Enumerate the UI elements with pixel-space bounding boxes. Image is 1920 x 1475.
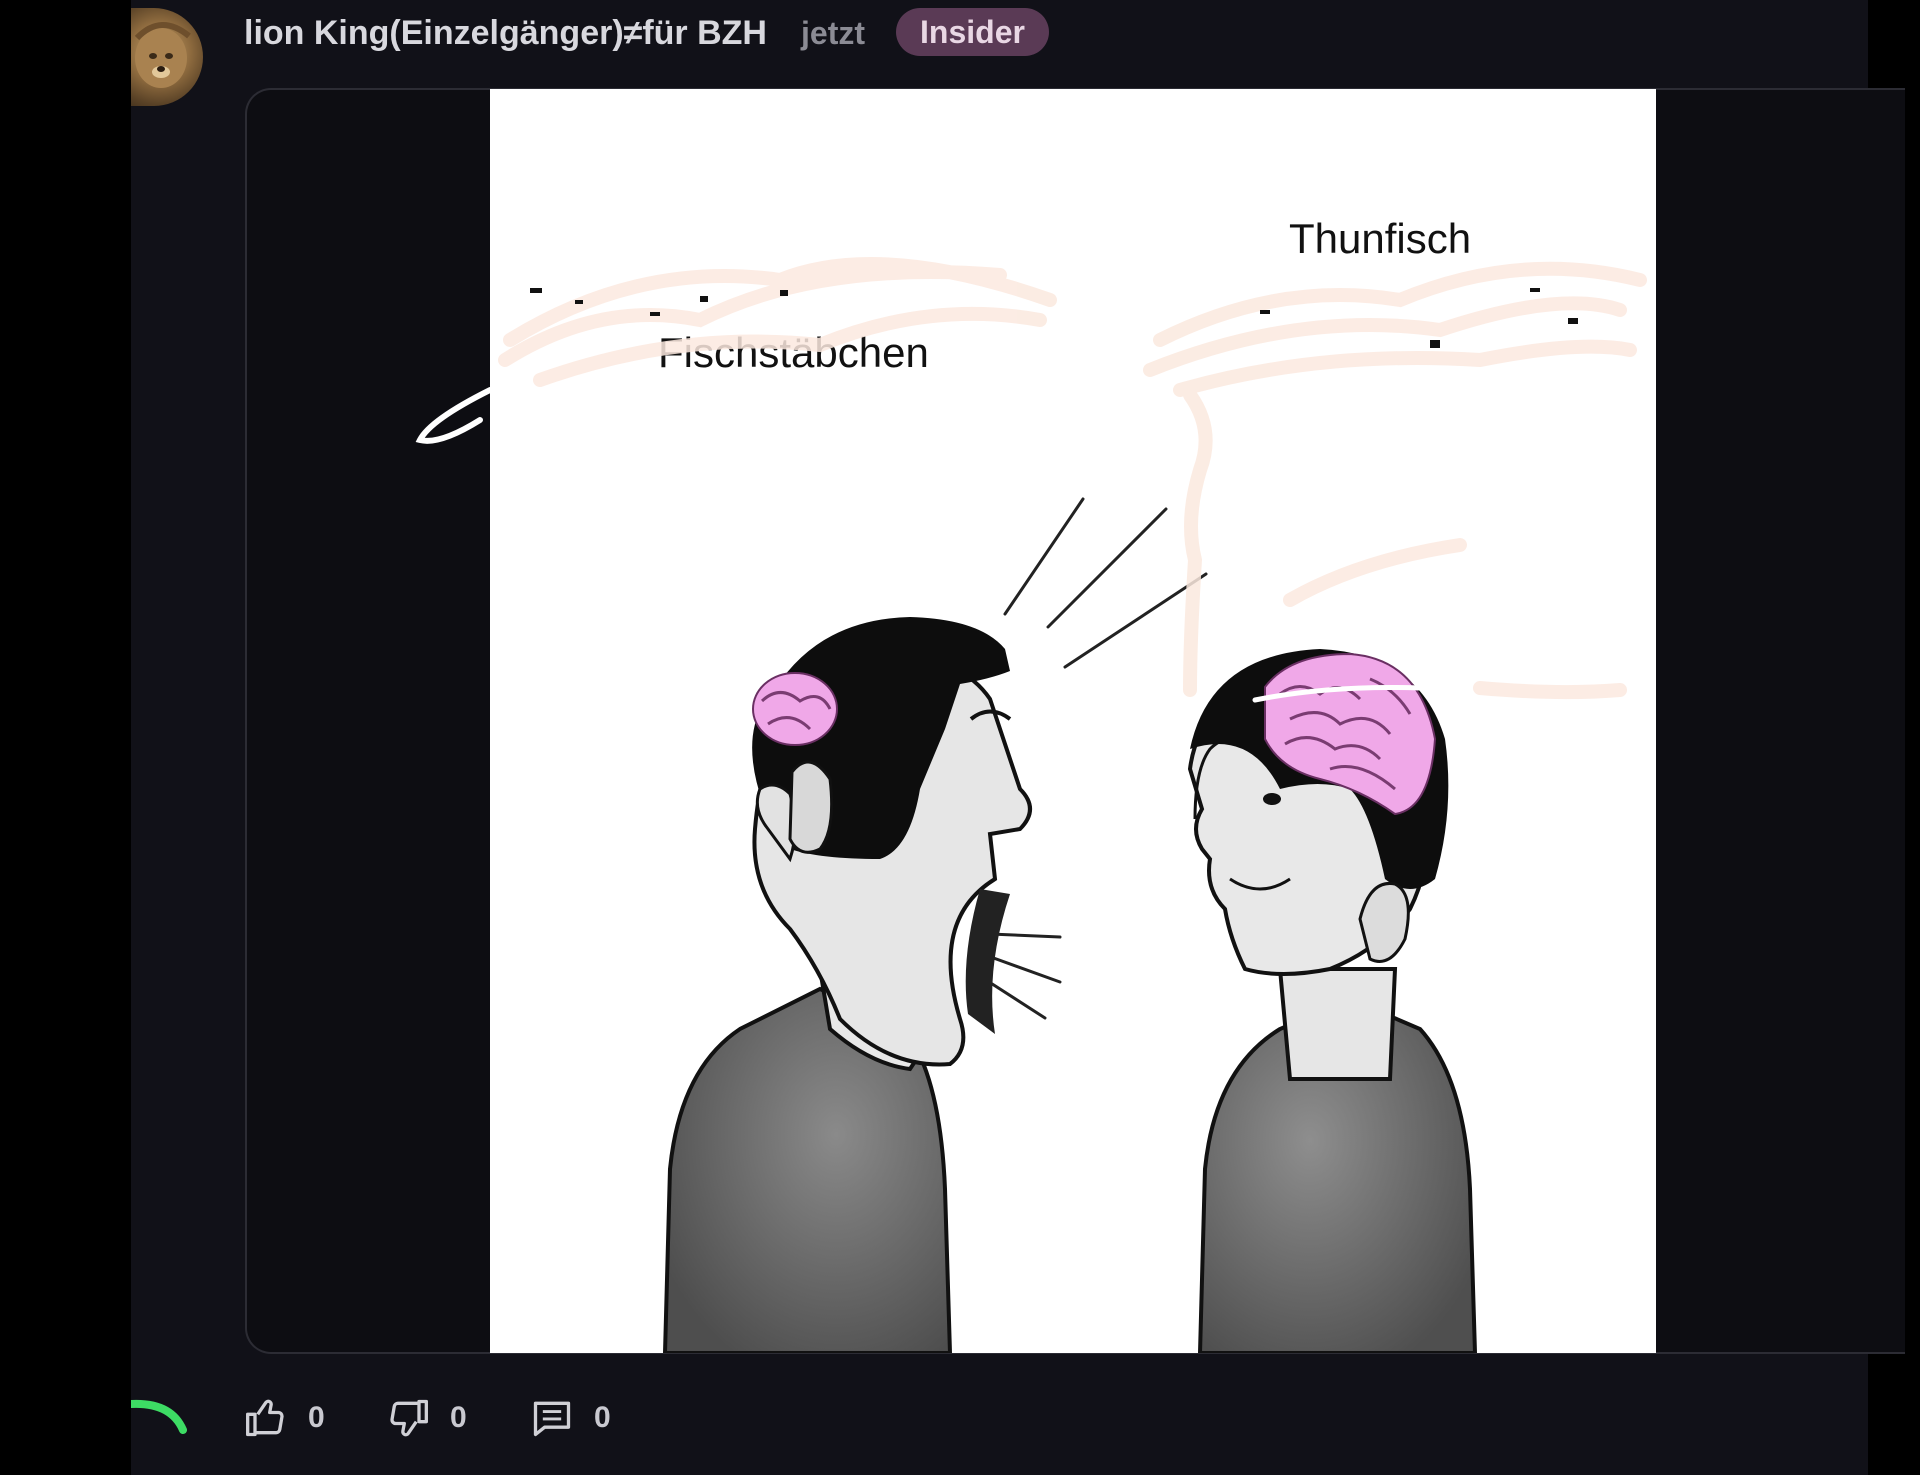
loading-spinner-icon xyxy=(131,1399,187,1434)
meme-image[interactable]: Fischstäbchen Thunfisch xyxy=(490,89,1656,1353)
meme-label-right: Thunfisch xyxy=(1289,215,1472,262)
like-button[interactable]: 0 xyxy=(244,1392,325,1444)
insider-badge: Insider xyxy=(896,8,1049,56)
timestamp: jetzt xyxy=(801,15,865,51)
username[interactable]: lion King(Einzelgänger)≠für BZH xyxy=(244,12,767,54)
meme-label-left: Fischstäbchen xyxy=(658,329,929,376)
avatar[interactable] xyxy=(131,8,203,106)
comment-button[interactable]: 0 xyxy=(530,1392,611,1444)
like-icon xyxy=(246,1399,284,1437)
dislike-button[interactable]: 0 xyxy=(386,1392,467,1444)
like-count: 0 xyxy=(308,1401,325,1434)
dislike-icon xyxy=(390,1399,428,1437)
dislike-count: 0 xyxy=(450,1401,467,1434)
comment-icon xyxy=(533,1401,571,1437)
comment-count: 0 xyxy=(594,1401,611,1434)
